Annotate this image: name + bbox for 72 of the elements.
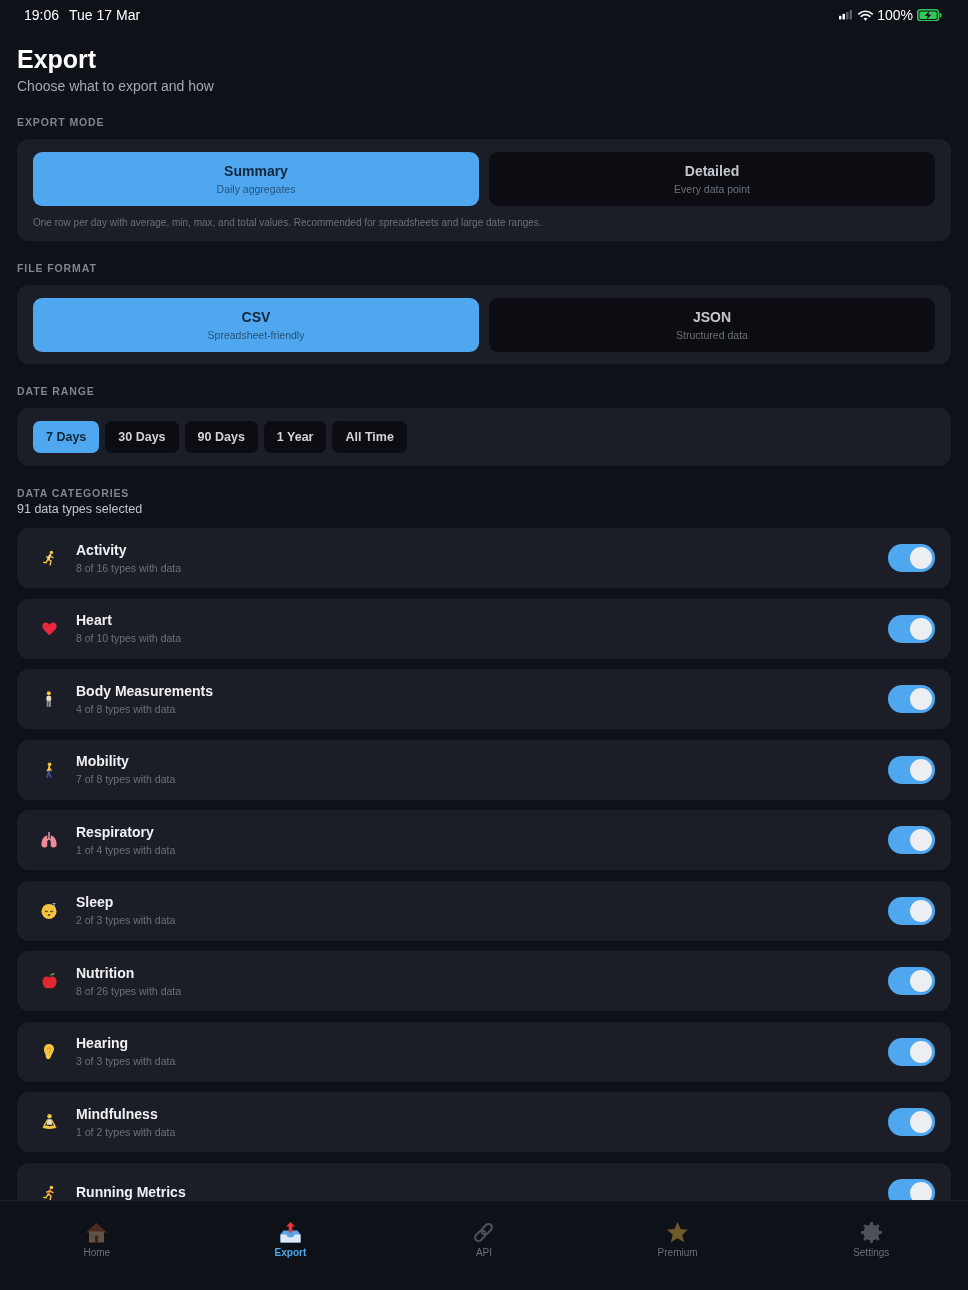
toggle-switch[interactable] <box>888 826 935 854</box>
tab-item[interactable]: Premium <box>653 1222 702 1259</box>
ear-icon <box>44 1043 54 1060</box>
battery-charging-icon <box>917 8 942 22</box>
wifi-icon <box>858 9 874 21</box>
meditating-person-icon <box>41 1114 57 1130</box>
date-range-chip[interactable]: 1 Year <box>263 421 327 453</box>
export-mode-option[interactable]: Summary Daily aggregates <box>33 152 479 206</box>
link-icon <box>473 1222 495 1243</box>
toggle-switch[interactable] <box>888 685 935 713</box>
star-icon <box>667 1222 689 1243</box>
category-subtitle: 4 of 8 types with data <box>76 702 176 716</box>
sleepy-face-icon <box>41 902 57 919</box>
toggle-switch[interactable] <box>888 967 935 995</box>
lungs-icon <box>41 832 57 848</box>
section-label: EXPORT MODE <box>17 115 105 129</box>
section-label: DATA CATEGORIES <box>17 486 130 500</box>
section-label: FILE FORMAT <box>17 261 97 275</box>
toggle-switch[interactable] <box>888 1037 935 1066</box>
category-title: Activity <box>76 541 127 559</box>
category-title: Heart <box>76 612 112 629</box>
category-subtitle: 8 of 16 types with data <box>76 561 182 575</box>
walking-person-icon <box>45 761 53 778</box>
status-time: 19:06 <box>24 7 60 23</box>
category-title: Respiratory <box>76 823 154 841</box>
tab-item[interactable]: Export <box>270 1222 311 1259</box>
date-range-chip[interactable]: All Time <box>332 421 407 453</box>
toggle-switch[interactable] <box>888 896 935 925</box>
category-title: Sleep <box>76 894 114 911</box>
selected-count: 91 data types selected <box>17 501 143 517</box>
signal-icon <box>839 10 853 20</box>
category-title: Mobility <box>76 753 129 770</box>
page-subtitle: Choose what to export and how <box>17 77 214 95</box>
house-icon <box>86 1222 108 1243</box>
category-subtitle: 1 of 4 types with data <box>76 843 176 857</box>
toggle-switch[interactable] <box>888 1108 935 1136</box>
tab-item[interactable]: API <box>469 1222 499 1259</box>
category-title: Mindfulness <box>76 1105 158 1123</box>
category-subtitle: 2 of 3 types with data <box>76 914 176 927</box>
file-format-option[interactable]: JSON Structured data <box>489 298 935 352</box>
date-range-chip[interactable]: 90 Days <box>184 421 258 453</box>
export-mode-option[interactable]: Detailed Every data point <box>489 152 935 206</box>
category-subtitle: 1 of 2 types with data <box>76 1125 176 1139</box>
standing-person-icon <box>46 691 52 707</box>
category-subtitle: 8 of 26 types with data <box>76 984 182 998</box>
category-subtitle: 8 of 10 types with data <box>76 632 182 645</box>
toggle-switch[interactable] <box>888 755 935 784</box>
date-range-chip[interactable]: 7 Days <box>33 421 100 453</box>
category-title: Hearing <box>76 1035 129 1052</box>
toggle-switch[interactable] <box>888 614 935 643</box>
tab-item[interactable]: Settings <box>849 1222 894 1259</box>
apple-icon <box>41 973 57 989</box>
section-label: DATE RANGE <box>17 384 95 398</box>
runner-icon <box>43 1184 55 1200</box>
category-title: Running Metrics <box>76 1184 186 1200</box>
date-range-chip[interactable]: 30 Days <box>105 421 179 453</box>
category-title: Nutrition <box>76 964 135 982</box>
category-title: Body Measurements <box>76 682 213 700</box>
battery-percentage: 100% <box>877 7 913 23</box>
status-date: Tue 17 Mar <box>69 7 141 23</box>
settings-icon <box>860 1222 882 1243</box>
inbox-tray-icon <box>279 1222 301 1243</box>
category-subtitle: 7 of 8 types with data <box>76 773 176 786</box>
runner-icon <box>43 550 55 566</box>
toggle-switch[interactable] <box>888 544 935 572</box>
toggle-switch[interactable] <box>888 1178 935 1200</box>
category-subtitle: 3 of 3 types with data <box>76 1055 176 1068</box>
page-title: Export <box>17 44 97 74</box>
file-format-option[interactable]: CSV Spreadsheet-friendly <box>33 298 479 352</box>
mode-description: One row per day with average, min, max, and total values. Recommended for spreadsheets and large date ranges. <box>33 216 543 229</box>
tab-item[interactable]: Home <box>79 1222 115 1259</box>
heart-icon <box>41 621 57 636</box>
